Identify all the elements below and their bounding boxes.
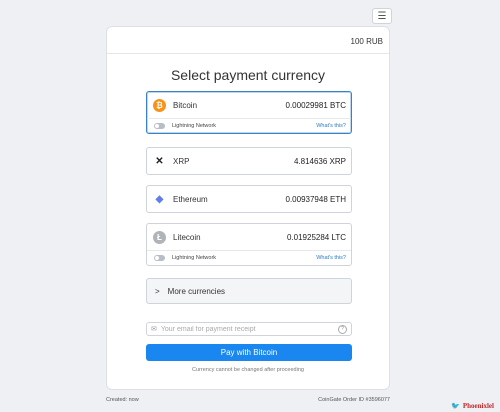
email-input[interactable] — [160, 325, 338, 333]
currency-note: Currency cannot be changed after proceed… — [192, 367, 304, 373]
currency-amount: 0.00937948 ETH — [285, 194, 347, 204]
currency-name: Ethereum — [173, 194, 208, 204]
envelope-icon: ✉ — [151, 326, 157, 333]
order-id: CoinGate Order ID #3596077 — [318, 397, 390, 403]
currency-option-ethereum[interactable]: ◆ Ethereum 0.00937948 ETH — [146, 185, 352, 213]
header-divider — [107, 53, 389, 54]
currency-option-xrp[interactable]: ✕ XRP 4.814636 XRP — [146, 147, 352, 175]
chevron-right-icon: > — [155, 286, 160, 296]
ethereum-icon: ◆ — [155, 193, 164, 205]
order-amount: 100 RUB — [350, 37, 383, 46]
xrp-icon: ✕ — [155, 155, 164, 167]
menu-button[interactable]: ☰ — [372, 8, 392, 24]
currency-amount: 0.00029981 BTC — [285, 100, 347, 110]
lightning-row-litecoin: Lightning Network What's this? — [147, 250, 351, 265]
bitcoin-icon: ₿ — [153, 98, 166, 112]
lightning-toggle-bitcoin[interactable] — [154, 123, 165, 129]
whats-this-link[interactable]: What's this? — [316, 123, 346, 129]
currency-name: XRP — [173, 156, 190, 166]
watermark: 🐦 Phoenixlel — [451, 402, 494, 410]
question-icon[interactable]: ? — [338, 324, 347, 334]
more-currencies-button[interactable]: > More currencies — [146, 278, 352, 304]
currency-option-bitcoin[interactable]: ₿ Bitcoin 0.00029981 BTC Lightning Netwo… — [146, 91, 352, 134]
currency-name: Bitcoin — [173, 100, 198, 110]
lightning-label: Lightning Network — [172, 255, 217, 261]
email-field[interactable]: ✉ ? — [146, 322, 352, 336]
more-currencies-label: More currencies — [167, 286, 226, 296]
whats-this-link[interactable]: What's this? — [316, 255, 346, 261]
lightning-toggle-litecoin[interactable] — [154, 255, 165, 261]
list-icon: ☰ — [377, 10, 387, 22]
currency-option-litecoin[interactable]: Ł Litecoin 0.01925284 LTC Lightning Netw… — [146, 223, 352, 266]
payment-card: 100 RUB Select payment currency ₿ Bitcoi… — [106, 26, 390, 390]
watermark-text: Phoenixlel — [462, 402, 494, 410]
lightning-label: Lightning Network — [172, 123, 217, 129]
litecoin-icon: Ł — [153, 230, 166, 244]
bird-icon: 🐦 — [451, 402, 460, 410]
pay-button[interactable]: Pay with Bitcoin — [146, 344, 352, 361]
lightning-row-bitcoin: Lightning Network What's this? — [147, 118, 351, 133]
currency-amount: 4.814636 XRP — [293, 156, 346, 166]
currency-amount: 0.01925284 LTC — [286, 232, 346, 242]
created-status: Created: now — [106, 397, 139, 403]
page-title: Select payment currency — [170, 67, 326, 83]
currency-name: Litecoin — [173, 232, 201, 242]
